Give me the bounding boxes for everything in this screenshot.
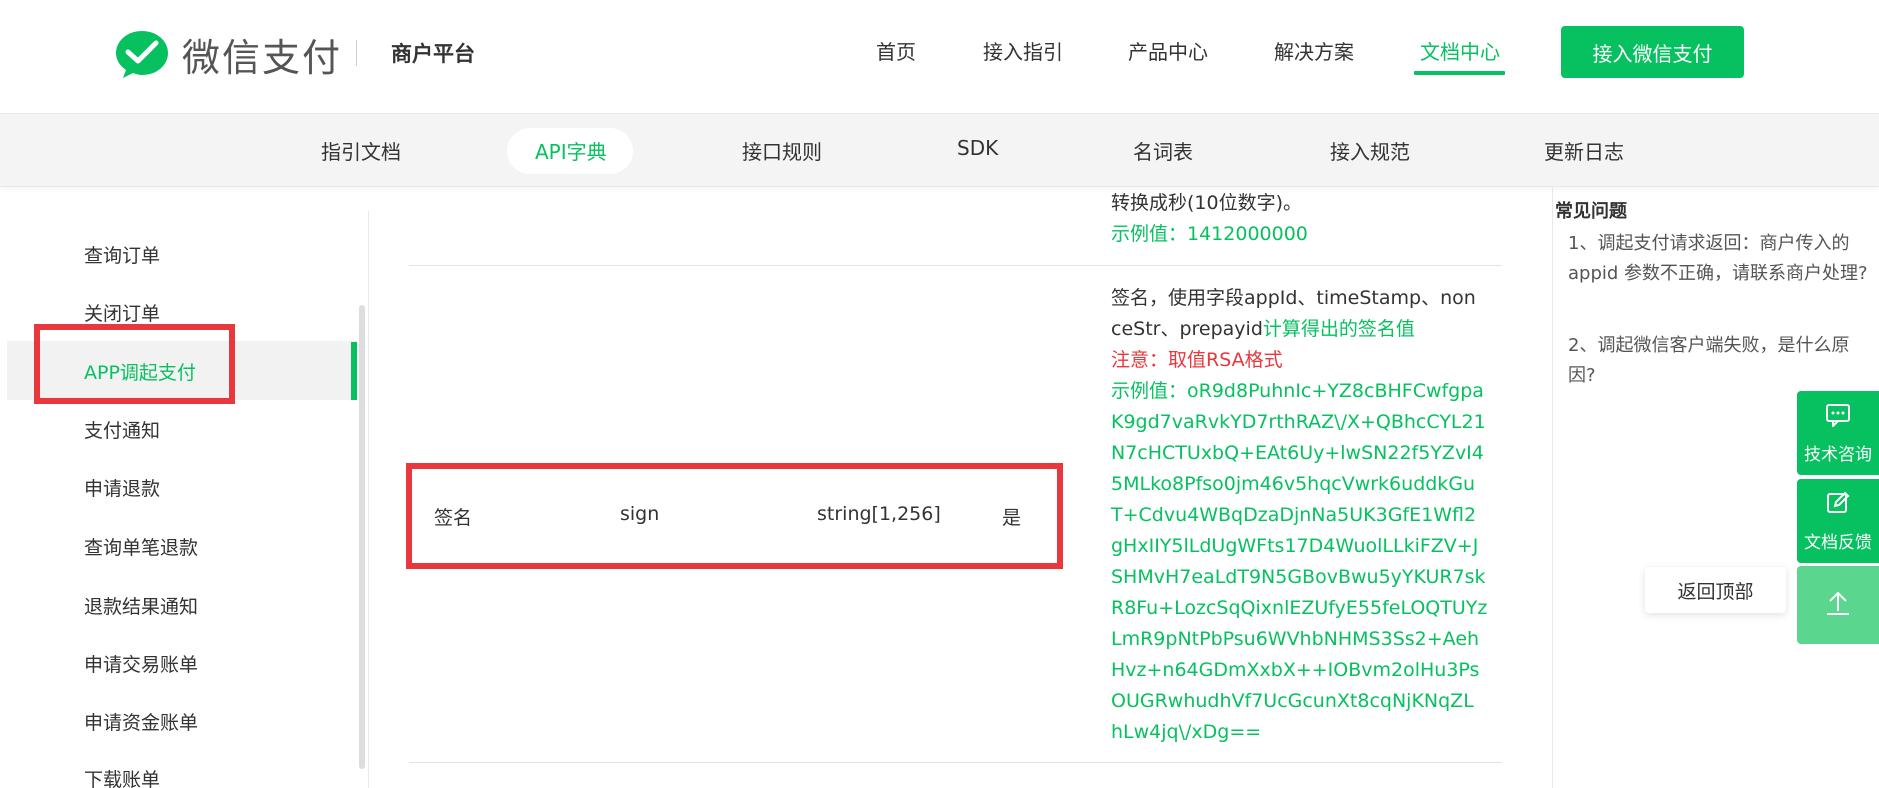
sign-example-line: 示例值：oR9d8PuhnIc+YZ8cBHFCwfgpa xyxy=(1111,380,1484,402)
sidebar-item-close-order[interactable]: 关闭订单 xyxy=(84,299,160,326)
logo-text: 微信支付 xyxy=(182,35,343,80)
api-sidebar: 查询订单 关闭订单 APP调起支付 支付通知 申请退款 查询单笔退款 退款结果通… xyxy=(0,187,370,788)
sign-example-line: SHMvH7eaLdT9N5GBovBwu5yYKUR7sk xyxy=(1111,566,1486,588)
doc-feedback-label: 文档反馈 xyxy=(1804,533,1872,553)
sidebar-item-query-refund[interactable]: 查询单笔退款 xyxy=(84,533,198,560)
edit-note-icon xyxy=(1825,491,1851,520)
sidebar-divider xyxy=(368,211,369,788)
tab-sdk[interactable]: SDK xyxy=(957,136,998,160)
highlight-box-sidebar xyxy=(34,324,235,404)
sign-desc-link: 计算得出的签名值 xyxy=(1262,318,1415,340)
doc-subnav: 指引文档 API字典 接口规则 SDK 名词表 接入规范 更新日志 xyxy=(0,113,1879,187)
prev-row-desc-text: 转换成秒(10位数字)。 xyxy=(1111,192,1303,214)
arrow-up-icon xyxy=(1823,589,1853,622)
chat-bubble-icon xyxy=(1825,403,1851,432)
highlight-box-sign-row xyxy=(406,463,1063,569)
faq-question-1[interactable]: 1、调起支付请求返回：商户传入的appid 参数不正确，请联系商户处理? xyxy=(1568,229,1868,289)
faq-question-2[interactable]: 2、调起微信客户端失败，是什么原因? xyxy=(1568,331,1868,391)
tech-consult-label: 技术咨询 xyxy=(1804,445,1872,465)
tab-changelog[interactable]: 更新日志 xyxy=(1544,136,1624,165)
prev-row-example: 示例值：1412000000 xyxy=(1111,223,1308,245)
join-wechat-pay-button[interactable]: 接入微信支付 xyxy=(1561,26,1744,78)
faq-title: 常见问题 xyxy=(1555,201,1627,222)
tab-access-spec[interactable]: 接入规范 xyxy=(1330,136,1410,165)
sidebar-item-refund-notify[interactable]: 退款结果通知 xyxy=(84,592,198,619)
sidebar-item-refund[interactable]: 申请退款 xyxy=(84,474,160,501)
sidebar-item-query-order[interactable]: 查询订单 xyxy=(84,241,160,268)
nav-active-underline xyxy=(1414,71,1505,75)
table-row-divider xyxy=(409,265,1502,266)
back-to-top-tooltip: 返回顶部 xyxy=(1645,567,1786,613)
sign-example-line: R8Fu+LozcSqQixnlEZUfyE55feLOQTUYz xyxy=(1111,597,1488,619)
sign-desc-line1: 签名，使用字段appId、timeStamp、non xyxy=(1111,287,1476,309)
sidebar-item-download-bill[interactable]: 下载账单 xyxy=(84,765,160,788)
tech-consult-button[interactable]: 技术咨询 xyxy=(1797,391,1879,475)
sign-example-line: Hvz+n64GDmXxbX++IOBvm2olHu3Ps xyxy=(1111,659,1480,681)
sign-example-line: N7cHCTUxbQ+EAt6Uy+lwSN22f5YZvI4 xyxy=(1111,442,1484,464)
tab-guide-docs[interactable]: 指引文档 xyxy=(321,136,401,165)
sidebar-item-pay-notify[interactable]: 支付通知 xyxy=(84,416,160,443)
merchant-platform-label: 商户平台 xyxy=(391,42,475,66)
sign-note: 注意：取值RSA格式 xyxy=(1111,349,1283,371)
sign-example-line: K9gd7vaRvkYD7rthRAZ\/X+QBhcCYL21 xyxy=(1111,411,1486,433)
sign-example-line: T+Cdvu4WBqDzaDjnNa5UK3GfE1Wfl2 xyxy=(1111,504,1477,526)
sidebar-item-trade-bill[interactable]: 申请交易账单 xyxy=(84,650,198,677)
sign-description: 签名，使用字段appId、timeStamp、non ceStr、prepayi… xyxy=(1111,283,1488,748)
nav-solutions[interactable]: 解决方案 xyxy=(1274,36,1354,65)
sidebar-scrollbar[interactable] xyxy=(359,305,365,769)
tab-api-rules[interactable]: 接口规则 xyxy=(742,136,822,165)
sidebar-active-indicator xyxy=(351,342,357,400)
logo-separator xyxy=(356,40,357,66)
nav-home[interactable]: 首页 xyxy=(876,36,916,65)
doc-feedback-button[interactable]: 文档反馈 xyxy=(1797,479,1879,563)
wechat-pay-logo-icon xyxy=(114,28,170,80)
sign-example-line: hLw4jq\/xDg== xyxy=(1111,721,1262,743)
sign-example-line: OUGRwhudhVf7UcGcunXt8cqNjKNqZL xyxy=(1111,690,1474,712)
tab-glossary[interactable]: 名词表 xyxy=(1133,136,1193,165)
nav-docs[interactable]: 文档中心 xyxy=(1420,36,1500,65)
sign-example-line: LmR9pNtPbPsu6WVhbNHMS3Ss2+Aeh xyxy=(1111,628,1480,650)
tab-api-dictionary[interactable]: API字典 xyxy=(535,136,607,165)
back-to-top-button[interactable] xyxy=(1797,566,1879,644)
nav-products[interactable]: 产品中心 xyxy=(1128,36,1208,65)
sign-example-line: gHxIIY5lLdUgWFts17D4WuolLLkiFZV+J xyxy=(1111,535,1479,557)
prev-row-description: 转换成秒(10位数字)。 示例值：1412000000 xyxy=(1111,188,1481,250)
sidebar-item-fund-bill[interactable]: 申请资金账单 xyxy=(84,708,198,735)
faq-divider xyxy=(1552,187,1553,788)
table-row-divider xyxy=(409,762,1502,763)
sign-example-line: 5MLko8Pfso0jm46v5hqcVwrk6uddkGu xyxy=(1111,473,1476,495)
sign-desc-line2: ceStr、prepayid xyxy=(1111,318,1263,340)
logo[interactable]: 微信支付 xyxy=(114,28,342,80)
top-header: 微信支付 商户平台 首页 接入指引 产品中心 解决方案 文档中心 接入微信支付 xyxy=(0,0,1879,113)
nav-guide[interactable]: 接入指引 xyxy=(983,36,1063,65)
